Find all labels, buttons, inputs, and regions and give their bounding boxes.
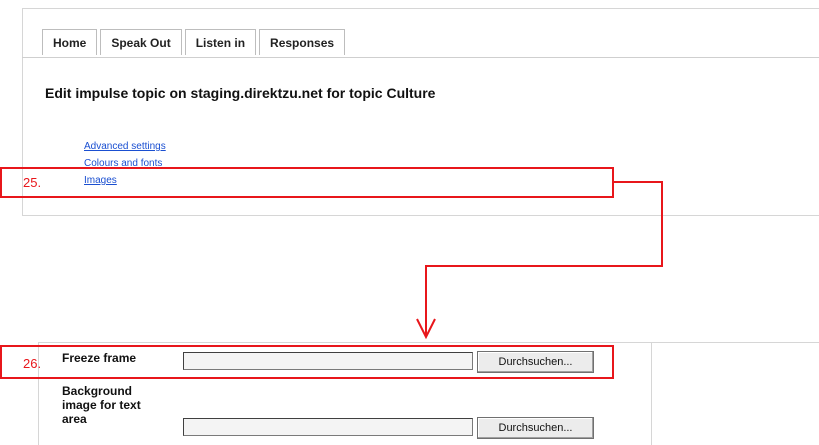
arrow-down-icon: [416, 318, 436, 340]
connector-line: [661, 181, 663, 267]
annotation-number-26: 26.: [23, 356, 42, 371]
tab-home[interactable]: Home: [42, 29, 98, 55]
connector-line: [425, 265, 663, 267]
panel-divider: [650, 342, 819, 343]
background-image-label: Background image for text area: [62, 384, 141, 426]
annotation-box-26: [0, 345, 614, 379]
annotation-number-25: 25.: [23, 175, 42, 190]
link-advanced-settings[interactable]: Advanced settings: [84, 138, 166, 155]
tab-listen-in[interactable]: Listen in: [184, 29, 257, 55]
tab-responses[interactable]: Responses: [259, 29, 346, 55]
page-title: Edit impulse topic on staging.direktzu.n…: [45, 85, 436, 101]
connector-line: [613, 181, 663, 183]
tab-bar: Home Speak Out Listen in Responses: [42, 29, 349, 58]
tab-speak-out[interactable]: Speak Out: [100, 29, 182, 55]
annotation-box-25: [0, 167, 614, 198]
background-image-file-input[interactable]: [183, 418, 473, 436]
background-image-browse-button[interactable]: Durchsuchen...: [477, 417, 594, 439]
